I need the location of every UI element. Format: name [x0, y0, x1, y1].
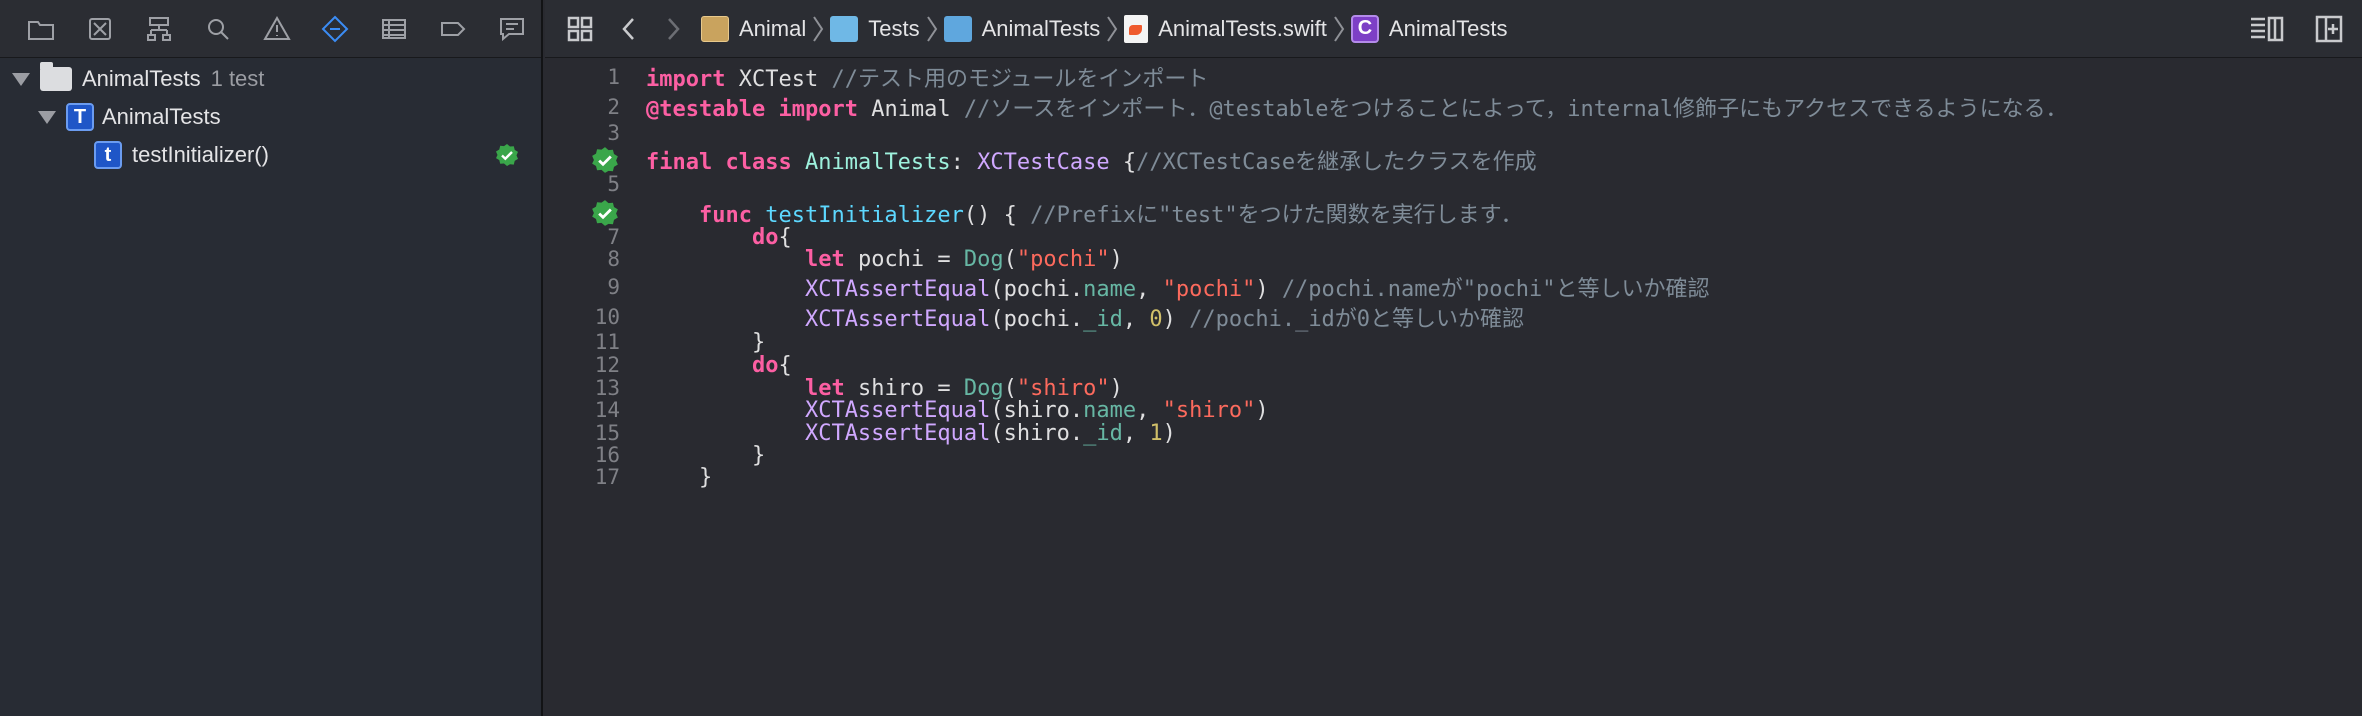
breadcrumb-file[interactable]: AnimalTests.swift [1124, 14, 1327, 43]
code-token: (pochi. [990, 277, 1084, 302]
code-token: let [804, 246, 845, 272]
line-number: 9 [607, 275, 620, 299]
code-source: import XCTest //テスト用のモジュールをインポート [646, 61, 1208, 93]
debug-icon[interactable] [365, 0, 424, 58]
breadcrumb-separator-icon [926, 15, 938, 43]
breadcrumb-label: AnimalTests [1388, 15, 1508, 41]
breadcrumb-group-tests[interactable]: Tests [830, 15, 920, 42]
class-icon: C [1350, 14, 1379, 43]
code-token: //pochi.nameが"pochi"と等しいか確認 [1281, 277, 1710, 302]
code-source: } [646, 465, 712, 490]
code-source: XCTAssertEqual(pochi.name, "pochi") //po… [646, 271, 1710, 303]
breadcrumb-separator-icon [1333, 15, 1345, 43]
code-token: XCTest [725, 67, 832, 92]
jump-bar: Animal Tests AnimalTests AnimalTests.swi… [545, 0, 2362, 58]
code-token: , [1136, 277, 1163, 302]
code-token: import [646, 67, 726, 92]
code-token: ) [1109, 246, 1123, 272]
line-number: 17 [594, 465, 620, 489]
back-chevron-icon[interactable] [607, 0, 651, 58]
breadcrumb-separator-icon [1106, 15, 1118, 43]
test-count-label: 1 test [210, 66, 265, 91]
test-bundle-icon [40, 62, 72, 91]
code-token: "pochi" [1016, 246, 1110, 272]
breadcrumb-label: Tests [868, 15, 920, 41]
code-source: let pochi = Dog("pochi") [646, 247, 1123, 272]
code-token: } [646, 464, 713, 490]
breadcrumb-label: Animal [739, 15, 807, 41]
breadcrumb-separator-icon [812, 15, 824, 43]
line-number: 8 [607, 247, 620, 271]
tree-row-test-class[interactable]: T AnimalTests [0, 98, 541, 136]
breadcrumb-project[interactable]: Animal [701, 15, 807, 42]
test-navigator-panel: AnimalTests 1 test T AnimalTests t testI… [0, 0, 543, 716]
folder-icon[interactable] [12, 0, 71, 58]
test-passed-icon[interactable] [495, 143, 519, 167]
hierarchy-icon[interactable] [130, 0, 189, 58]
tree-row-label: testInitializer() [132, 142, 269, 167]
breadcrumb-symbol[interactable]: C AnimalTests [1350, 14, 1508, 43]
breadcrumb-label: AnimalTests.swift [1158, 15, 1327, 41]
code-token: Dog [963, 246, 1004, 272]
line-number: 1 [607, 65, 620, 89]
code-token: XCTAssertEqual [804, 277, 991, 302]
navigator-toolbar [0, 0, 541, 58]
test-class-icon: T [66, 103, 94, 131]
breadcrumb-group-animaltests[interactable]: AnimalTests [943, 15, 1101, 42]
tree-row-label: AnimalTests [102, 104, 221, 129]
code-token: name [1083, 277, 1137, 302]
breadcrumb-label: AnimalTests [981, 15, 1101, 41]
code-token: "pochi" [1162, 277, 1256, 302]
code-line[interactable]: 17 } [545, 460, 2362, 494]
line-number: 3 [607, 121, 620, 145]
test-navigator-icon[interactable] [306, 0, 365, 58]
related-items-icon[interactable] [553, 0, 607, 58]
disclosure-triangle-icon[interactable] [12, 72, 30, 86]
add-editor-icon[interactable] [2304, 0, 2354, 58]
search-icon[interactable] [188, 0, 247, 58]
project-icon [701, 15, 729, 42]
swift-file-icon [1124, 14, 1149, 43]
test-method-icon: t [94, 141, 122, 169]
line-number: 5 [607, 172, 620, 196]
code-token: ( [1003, 246, 1017, 272]
source-control-icon[interactable] [71, 0, 130, 58]
warning-icon[interactable] [247, 0, 306, 58]
code-line[interactable]: 9 XCTAssertEqual(pochi.name, "pochi") //… [545, 270, 2362, 304]
tree-row-test-method[interactable]: t testInitializer() [0, 136, 541, 174]
tree-row-test-bundle[interactable]: AnimalTests 1 test [0, 60, 541, 98]
code-text-area[interactable]: 1 import XCTest //テスト用のモジュールをインポート 2 @testa… [545, 60, 2362, 716]
forward-chevron-icon[interactable] [651, 0, 695, 58]
disclosure-triangle-icon[interactable] [38, 110, 56, 124]
code-line[interactable]: 1 import XCTest //テスト用のモジュールをインポート [545, 60, 2362, 94]
source-editor: Animal Tests AnimalTests AnimalTests.swi… [545, 0, 2362, 716]
breakpoint-icon[interactable] [423, 0, 482, 58]
tree-row-label: AnimalTests [82, 66, 201, 91]
code-token: //テスト用のモジュールをインポート [831, 67, 1209, 92]
test-tree: AnimalTests 1 test T AnimalTests t testI… [0, 60, 541, 174]
folder-icon [830, 15, 859, 42]
code-token: pochi = [844, 246, 964, 272]
editor-options-icon[interactable] [2242, 0, 2292, 58]
folder-icon [943, 15, 972, 42]
report-icon[interactable] [482, 0, 541, 58]
code-token: ) [1255, 277, 1282, 302]
